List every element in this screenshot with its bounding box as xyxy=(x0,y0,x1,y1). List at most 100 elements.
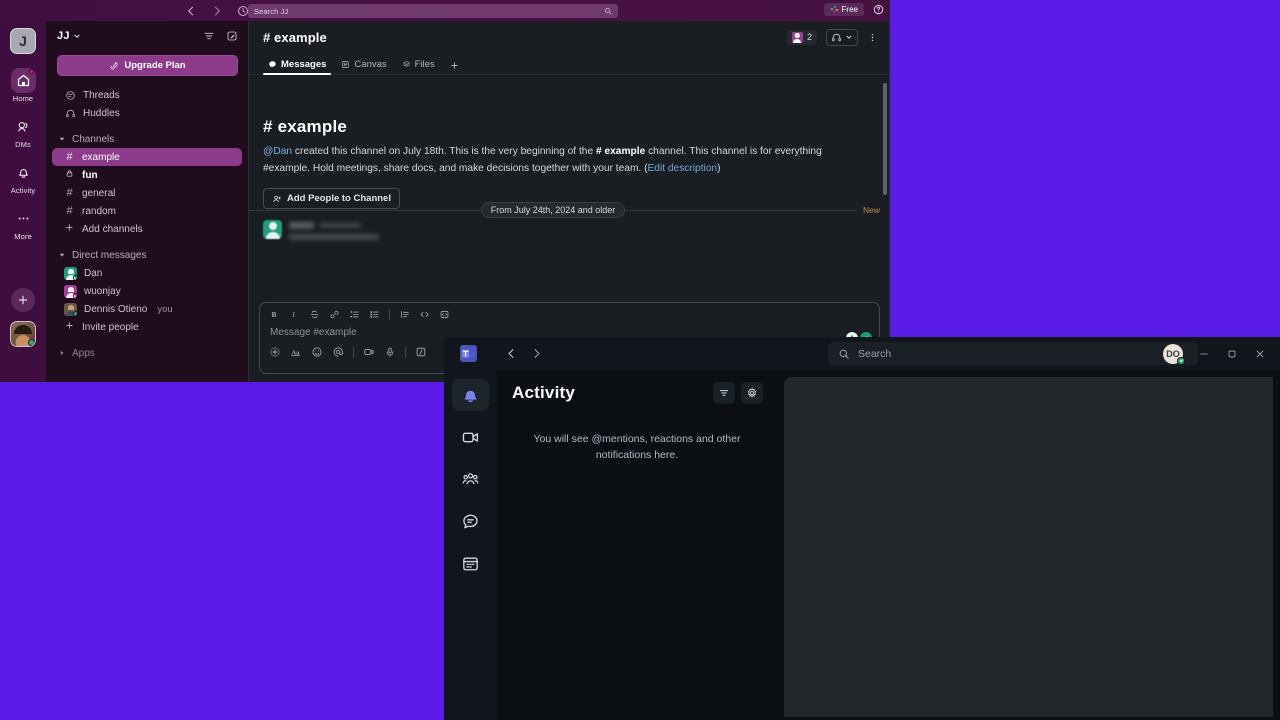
plus-icon[interactable] xyxy=(269,346,281,358)
sidebar-item-threads[interactable]: Threads xyxy=(52,86,243,104)
rail-item-more[interactable]: More xyxy=(0,206,46,241)
plan-badge[interactable]: Free xyxy=(823,3,864,16)
dm-section-header[interactable]: Direct messages xyxy=(46,246,248,264)
edit-description-link[interactable]: Edit description xyxy=(648,163,718,174)
add-icon[interactable] xyxy=(11,288,35,312)
formatting-toolbar: B I xyxy=(260,303,879,320)
apps-section-label: Apps xyxy=(72,347,95,359)
avatar xyxy=(64,284,77,298)
slack-search-input[interactable]: Search JJ xyxy=(248,4,618,18)
slack-rail: J Home DMs Activity More xyxy=(0,21,46,382)
workspace-badge[interactable]: J xyxy=(10,28,36,54)
teams-rail-item-activity[interactable] xyxy=(452,379,489,411)
teams-rail-item-communities[interactable] xyxy=(452,463,489,495)
huddle-button[interactable] xyxy=(826,28,858,46)
messages-icon xyxy=(269,61,276,68)
tab-messages[interactable]: Messages xyxy=(263,59,332,75)
sidebar-dm-wuonjay[interactable]: wuonjay xyxy=(52,282,242,300)
teams-rail-item-calendar[interactable] xyxy=(452,547,489,579)
mention-icon[interactable] xyxy=(332,346,344,358)
tab-label-canvas: Canvas xyxy=(354,59,387,70)
gear-icon[interactable] xyxy=(741,382,763,404)
message-input[interactable]: Message #example xyxy=(260,320,879,338)
slash-command-icon[interactable] xyxy=(415,346,427,358)
format-text-icon[interactable]: Aa xyxy=(290,346,302,358)
sidebar-item-huddles[interactable]: Huddles xyxy=(52,104,243,122)
rail-item-activity[interactable]: Activity xyxy=(0,160,46,195)
dm-label-wuonjay: wuonjay xyxy=(84,285,121,297)
close-icon[interactable] xyxy=(1253,347,1267,361)
blockquote-icon[interactable] xyxy=(399,309,410,320)
teams-rail-item-meet[interactable] xyxy=(452,421,489,453)
teams-activity-panel: Activity You will see @mentions, reactio… xyxy=(497,370,777,720)
sidebar-label-threads: Threads xyxy=(83,89,120,101)
minimize-icon[interactable] xyxy=(1197,347,1211,361)
teams-title-bar: Search DO xyxy=(444,337,1280,370)
empty-state-text: You will see @mentions, reactions and ot… xyxy=(533,433,741,462)
sidebar-invite-people[interactable]: Invite people xyxy=(52,318,242,336)
channel-label-example: example xyxy=(82,151,120,163)
files-icon xyxy=(402,61,410,67)
rail-item-dms[interactable]: DMs xyxy=(0,114,46,149)
strikethrough-icon[interactable] xyxy=(309,309,320,320)
sidebar-channel-fun[interactable]: fun xyxy=(52,166,242,184)
filter-icon[interactable] xyxy=(203,30,215,42)
video-icon[interactable] xyxy=(363,346,375,358)
chevron-right-icon[interactable] xyxy=(530,347,543,360)
help-icon[interactable] xyxy=(873,4,884,15)
teams-rail-item-chat[interactable] xyxy=(452,505,489,537)
chevron-right-icon xyxy=(60,350,64,356)
sidebar-channel-general[interactable]: # general xyxy=(52,184,242,202)
back-icon[interactable] xyxy=(185,5,197,17)
workspace-header[interactable]: JJ xyxy=(46,21,248,51)
composer-placeholder: Message #example xyxy=(270,327,357,338)
chat-icon xyxy=(463,514,478,528)
mention-dan[interactable]: @Dan xyxy=(263,146,292,157)
invite-people-label: Invite people xyxy=(82,321,139,333)
sidebar-add-channels[interactable]: Add channels xyxy=(52,220,242,238)
new-messages-label: New xyxy=(862,205,880,215)
teams-search-input[interactable]: Search xyxy=(828,342,1198,365)
scrollbar[interactable] xyxy=(883,83,887,195)
sidebar-dm-dennis-otieno[interactable]: Dennis Otieno you xyxy=(52,300,242,318)
channel-intro: # example @Dan created this channel on J… xyxy=(249,75,889,177)
microphone-icon[interactable] xyxy=(384,346,396,358)
plus-icon xyxy=(451,62,458,69)
members-button[interactable]: 2 xyxy=(786,29,817,45)
link-icon[interactable] xyxy=(329,309,340,320)
sidebar-channel-random[interactable]: # random xyxy=(52,202,242,220)
compose-icon[interactable] xyxy=(226,30,238,42)
slack-top-bar: Search JJ Free xyxy=(0,0,889,21)
channel-tabs: Messages Canvas Files xyxy=(249,53,889,75)
italic-icon[interactable]: I xyxy=(289,309,300,320)
add-channels-label: Add channels xyxy=(82,223,143,235)
sidebar-channel-example[interactable]: # example xyxy=(52,148,242,166)
bold-icon[interactable]: B xyxy=(269,309,280,320)
upgrade-plan-label: Upgrade Plan xyxy=(124,60,186,71)
emoji-icon[interactable] xyxy=(311,346,323,358)
tab-add[interactable] xyxy=(445,61,464,74)
page-title: Activity xyxy=(512,383,576,402)
avatar[interactable]: DO xyxy=(1163,343,1185,365)
forward-icon[interactable] xyxy=(211,5,223,17)
avatar[interactable] xyxy=(10,321,36,347)
channels-section-header[interactable]: Channels xyxy=(46,130,248,148)
tab-files[interactable]: Files xyxy=(397,59,440,74)
plus-icon xyxy=(65,223,74,235)
filter-icon[interactable] xyxy=(713,382,735,404)
divider-label[interactable]: From July 24th, 2024 and older xyxy=(480,202,626,218)
bulleted-list-icon[interactable] xyxy=(369,309,380,320)
sidebar-dm-dan[interactable]: Dan xyxy=(52,264,242,282)
maximize-icon[interactable] xyxy=(1225,347,1239,361)
apps-section-header[interactable]: Apps xyxy=(46,344,248,362)
headphones-icon xyxy=(832,33,841,41)
chevron-left-icon[interactable] xyxy=(505,347,518,360)
code-icon[interactable] xyxy=(419,309,430,320)
kebab-menu-icon[interactable] xyxy=(867,32,878,43)
rail-item-home[interactable]: Home xyxy=(0,68,46,103)
code-block-icon[interactable] xyxy=(439,309,450,320)
member-count: 2 xyxy=(806,32,812,42)
ordered-list-icon[interactable] xyxy=(349,309,360,320)
tab-canvas[interactable]: Canvas xyxy=(336,59,391,74)
upgrade-plan-button[interactable]: Upgrade Plan xyxy=(57,55,238,76)
